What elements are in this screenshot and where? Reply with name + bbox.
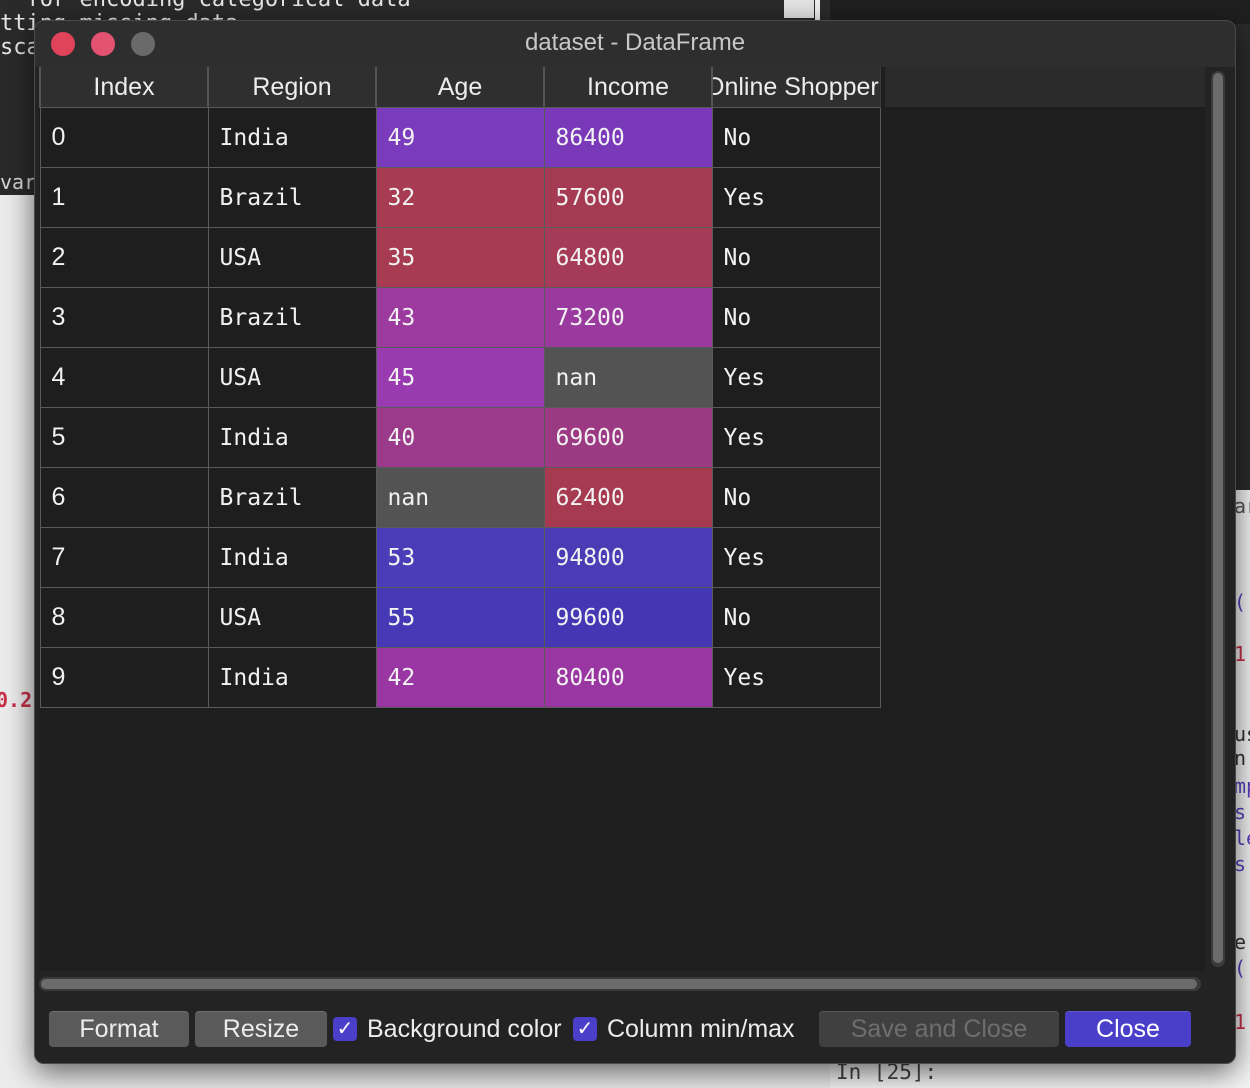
cell-online-shopper[interactable]: Yes [711,347,881,408]
background-variable-fragment: var [0,170,37,194]
cell-age[interactable]: 40 [375,407,545,468]
dataframe-window: dataset - DataFrame Index Region Age Inc… [34,20,1236,1064]
cell-income[interactable]: nan [543,347,713,408]
cell-region[interactable]: Brazil [207,167,377,228]
cell-index[interactable]: 9 [39,647,209,708]
cell-income[interactable]: 69600 [543,407,713,468]
cell-region[interactable]: USA [207,227,377,288]
table-row: 5 India 40 69600 Yes [39,407,881,468]
column-minmax-label[interactable]: Column min/max [607,1011,817,1047]
cell-region[interactable]: Brazil [207,287,377,348]
table-row: 8 USA 55 99600 No [39,587,881,648]
cell-income[interactable]: 99600 [543,587,713,648]
cell-index[interactable]: 0 [39,107,209,168]
close-button[interactable]: Close [1065,1011,1191,1047]
background-left-pane [0,195,36,1088]
table-row: 7 India 53 94800 Yes [39,527,881,588]
column-minmax-checkbox[interactable]: ✓ [573,1017,597,1041]
vertical-scrollbar-thumb[interactable] [1213,73,1223,963]
table-row: 1 Brazil 32 57600 Yes [39,167,881,228]
background-color-checkbox[interactable]: ✓ [333,1017,357,1041]
cell-online-shopper[interactable]: No [711,287,881,348]
header-filler [885,67,1205,107]
cell-income[interactable]: 57600 [543,167,713,228]
cell-online-shopper[interactable]: No [711,587,881,648]
cell-age[interactable]: 42 [375,647,545,708]
cell-online-shopper[interactable]: No [711,467,881,528]
cell-online-shopper[interactable]: No [711,227,881,288]
cell-income[interactable]: 94800 [543,527,713,588]
cell-online-shopper[interactable]: Yes [711,407,881,468]
cell-age[interactable]: 43 [375,287,545,348]
title-bar[interactable]: dataset - DataFrame [35,21,1235,67]
cell-age[interactable]: 49 [375,107,545,168]
cell-income[interactable]: 80400 [543,647,713,708]
cell-index[interactable]: 8 [39,587,209,648]
cell-region[interactable]: India [207,107,377,168]
table-row: 6 Brazil nan 62400 No [39,467,881,528]
console-prompt: In [25]: [830,1060,1250,1088]
column-header-income[interactable]: Income [543,67,713,108]
cell-region[interactable]: Brazil [207,467,377,528]
format-button[interactable]: Format [49,1011,189,1047]
column-header-online-shopper[interactable]: Online Shopper [711,67,881,108]
table-row: 3 Brazil 43 73200 No [39,287,881,348]
cell-index[interactable]: 6 [39,467,209,528]
dataframe-table-area[interactable]: Index Region Age Income Online Shopper 0… [39,67,1205,971]
cell-age[interactable]: nan [375,467,545,528]
cell-age[interactable]: 35 [375,227,545,288]
cell-region[interactable]: India [207,527,377,588]
table-row: 4 USA 45 nan Yes [39,347,881,408]
table-row: 2 USA 35 64800 No [39,227,881,288]
cell-index[interactable]: 3 [39,287,209,348]
resize-button[interactable]: Resize [195,1011,327,1047]
cell-region[interactable]: India [207,407,377,468]
cell-index[interactable]: 4 [39,347,209,408]
background-value-fragment: 0.2 [0,688,33,712]
table-row: 0 India 49 86400 No [39,107,881,168]
header-row: Index Region Age Income Online Shopper [39,67,881,108]
cell-index[interactable]: 7 [39,527,209,588]
cell-income[interactable]: 64800 [543,227,713,288]
cell-income[interactable]: 62400 [543,467,713,528]
window-title: dataset - DataFrame [524,29,746,56]
save-and-close-button[interactable]: Save and Close [819,1011,1059,1047]
background-color-label[interactable]: Background color [367,1011,569,1047]
column-header-age[interactable]: Age [375,67,545,108]
cell-age[interactable]: 32 [375,167,545,228]
table-row: 9 India 42 80400 Yes [39,647,881,708]
column-header-region[interactable]: Region [207,67,377,108]
cell-index[interactable]: 1 [39,167,209,228]
cell-index[interactable]: 5 [39,407,209,468]
cell-age[interactable]: 53 [375,527,545,588]
horizontal-scrollbar-thumb[interactable] [41,979,1197,989]
column-header-index[interactable]: Index [39,67,209,108]
cell-region[interactable]: USA [207,347,377,408]
cell-region[interactable]: USA [207,587,377,648]
cell-online-shopper[interactable]: Yes [711,527,881,588]
dataframe-table: Index Region Age Income Online Shopper 0… [39,67,881,708]
cell-index[interactable]: 2 [39,227,209,288]
cell-online-shopper[interactable]: Yes [711,647,881,708]
cell-age[interactable]: 55 [375,587,545,648]
cell-age[interactable]: 45 [375,347,545,408]
cell-region[interactable]: India [207,647,377,708]
cell-income[interactable]: 86400 [543,107,713,168]
background-scrollbar [784,0,814,18]
cell-online-shopper[interactable]: Yes [711,167,881,228]
cell-income[interactable]: 73200 [543,287,713,348]
cell-online-shopper[interactable]: No [711,107,881,168]
